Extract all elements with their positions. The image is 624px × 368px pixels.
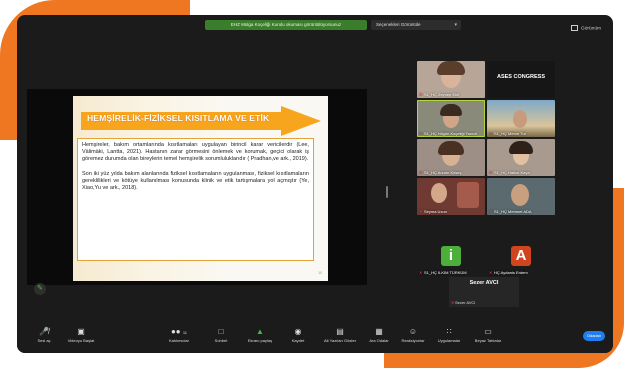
mic-muted-icon: ✕ <box>419 208 423 214</box>
record-button[interactable]: ◉ Kaydet <box>285 326 311 343</box>
apps-button[interactable]: ∷ Uygulamalar <box>433 326 465 343</box>
participant-name: ✕ S1_HÇ Arzum Köseç <box>419 169 462 175</box>
apps-icon: ∷ <box>446 327 452 336</box>
mic-muted-icon: ✕ <box>419 269 423 275</box>
whiteboard-icon: ▭ <box>484 327 492 336</box>
participant-tile[interactable]: i ✕ S1_HÇ ILKIM TÜRKÜM <box>417 239 485 276</box>
zoom-meeting-window: EHZ Mülga Koçeliği Kurulu okuması görünt… <box>17 15 613 353</box>
participant-initial-avatar: i <box>441 245 461 266</box>
participant-gallery: ✕ S1_HÇ Zeynep Ekli ASES CONGRESS ✕ S1_HÇ … <box>417 61 587 291</box>
share-screen-button[interactable]: ▲ Ekranı paylaş <box>243 326 277 343</box>
mic-off-icon: 🎤̸ <box>39 327 49 336</box>
wall-decoration <box>457 182 479 208</box>
viewing-banner: EHZ Mülga Koçeliği Kurulu okuması görünt… <box>205 20 367 30</box>
mute-button[interactable]: 🎤̸ Sesi aç <box>29 326 59 343</box>
participants-icon: ●● 11 <box>170 327 188 336</box>
view-toggle[interactable]: Görünüm <box>570 25 601 32</box>
participant-hair <box>437 61 465 75</box>
view-toggle-label: Görünüm <box>581 26 601 32</box>
participant-name: ✕ S1_HÇ Merve Tur <box>489 130 527 136</box>
breakout-rooms-button[interactable]: ▦ Ara Odalar <box>365 326 393 343</box>
participant-tile[interactable]: ✕ S1_HÇ Mehmet ADA <box>487 178 555 215</box>
participant-tile[interactable]: ✕ S1_HÇ Zeynep Ekli <box>417 61 485 98</box>
mic-muted-icon: ✕ <box>489 130 493 136</box>
participant-tile[interactable]: A ✕ HÇ Aydanis Erdem <box>487 239 555 276</box>
start-video-button[interactable]: ▣ Videoyu Başlat <box>61 326 101 343</box>
mic-muted-icon: ✕ <box>489 169 493 175</box>
mic-muted-icon: ✕ <box>489 208 493 214</box>
slide-page-number: 10 <box>318 271 322 275</box>
participant-face <box>513 110 527 128</box>
grid-view-icon <box>570 25 578 31</box>
participant-name: ✕ S1_HÇ Zeynep Ekli <box>419 91 459 97</box>
participant-hair <box>440 104 462 116</box>
self-view-label: ✕Sezer AVCI <box>451 300 476 305</box>
captions-icon: ▤ <box>336 327 344 336</box>
slide-paragraph-1: Hemşireler, bakım ortamlarında kısıtlama… <box>82 142 309 163</box>
meeting-toolbar: 🎤̸ Sesi aç ▣ Videoyu Başlat ●● 11 Katılı… <box>17 323 613 353</box>
slide-title: HEMŞİRELİK-FİZİKSEL KISITLAMA VE ETİK <box>87 113 270 123</box>
mic-muted-icon: ✕ <box>419 91 423 97</box>
self-view-name: Sezer AVCI <box>469 280 499 286</box>
participant-tile[interactable]: ✕ S1_HÇ Merve Tur <box>487 100 555 137</box>
slide-textbox: Hemşireler, bakım ortamlarında kısıtlama… <box>77 138 314 261</box>
chat-icon: □ <box>218 327 224 336</box>
participant-tile[interactable]: ✕ S1_HÇ Hatice Kaya <box>487 139 555 176</box>
participant-tile[interactable]: ASES CONGRESS <box>487 61 555 98</box>
participant-name: ✕ S1_HÇ Mehmet ADA <box>489 208 532 214</box>
participant-initial-avatar: A <box>511 245 531 266</box>
participant-face <box>431 183 447 203</box>
participant-name: ✕ Seyma Uzun <box>419 208 447 214</box>
self-view-tile[interactable]: Sezer AVCI ✕Sezer AVCI <box>449 277 519 307</box>
mic-muted-icon: ✕ <box>489 269 493 275</box>
participant-name: ✕ S1_HÇ Hatice Kaya <box>489 169 530 175</box>
participant-hair <box>438 141 464 155</box>
panel-resize-handle[interactable] <box>386 186 388 198</box>
reactions-icon: ☺ <box>408 327 418 336</box>
leave-meeting-button[interactable]: Odadan <box>583 331 605 341</box>
breakout-rooms-icon: ▦ <box>375 327 383 336</box>
slide-paragraph-2: Son iki yüz yılda bakım alanlarında fizi… <box>82 170 309 192</box>
mic-muted-icon: ✕ <box>419 169 423 175</box>
participant-hair <box>509 141 533 154</box>
reactions-button[interactable]: ☺ Reaksiyonlar <box>397 326 429 343</box>
participant-face <box>511 184 529 206</box>
chat-button[interactable]: □ Sohbet <box>207 326 235 343</box>
view-options-label: Seçenekleri Görüntüle <box>376 22 421 27</box>
participant-name: ✕ S1_HÇ Nilgün Koçeliği Yoredi <box>419 130 477 136</box>
whiteboards-button[interactable]: ▭ Beyaz Tahtalar <box>471 326 505 343</box>
participant-tile[interactable]: ✕ Seyma Uzun <box>417 178 485 215</box>
captions-button[interactable]: ▤ Alt Yazıları Göster <box>317 326 363 343</box>
participant-display-name: ASES CONGRESS <box>497 74 545 80</box>
participant-tile[interactable]: ✕ S1_HÇ Arzum Köseç <box>417 139 485 176</box>
view-options-button[interactable]: Seçenekleri Görüntüle ▾ <box>371 20 461 30</box>
annotate-pencil-icon[interactable]: ✎ <box>34 283 46 295</box>
participants-button[interactable]: ●● 11 Katılımcılar <box>159 326 199 343</box>
participant-name: ✕ HÇ Aydanis Erdem <box>489 269 528 275</box>
record-icon: ◉ <box>294 327 302 336</box>
presentation-slide: HEMŞİRELİK-FİZİKSEL KISITLAMA VE ETİK He… <box>73 96 328 281</box>
participant-name: ✕ S1_HÇ ILKIM TÜRKÜM <box>419 269 467 275</box>
mic-muted-icon: ✕ <box>419 130 423 136</box>
chevron-down-icon: ▾ <box>454 22 457 28</box>
video-off-icon: ▣ <box>77 327 85 336</box>
participant-tile[interactable]: ✕ S1_HÇ Nilgün Koçeliği Yoredi <box>417 100 485 137</box>
share-screen-icon: ▲ <box>256 327 264 336</box>
